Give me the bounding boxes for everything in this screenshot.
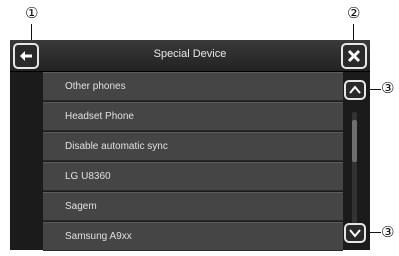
scroll-down-button[interactable] [344, 223, 366, 243]
list-item-label: Sagem [65, 201, 97, 212]
list-item[interactable]: Other phones [43, 72, 343, 101]
callout-marker-3-down: ③ [381, 223, 395, 241]
chevron-down-icon [349, 229, 361, 238]
scroll-up-button[interactable] [344, 80, 366, 100]
page-title: Special Device [153, 48, 227, 60]
callout-leader-line [31, 24, 32, 41]
callout-leader-line [353, 24, 354, 41]
scrollbar-thumb[interactable] [352, 120, 357, 162]
list-item[interactable]: Samsung A9xx [43, 222, 343, 251]
list-item-label: Disable automatic sync [65, 141, 168, 152]
list-item-label: LG U8360 [65, 171, 111, 182]
back-button[interactable] [13, 43, 39, 69]
list-item-label: Samsung A9xx [65, 231, 132, 242]
arrow-left-icon [20, 51, 32, 61]
callout-leader-line [370, 89, 381, 90]
list-item[interactable]: Sagem [43, 192, 343, 221]
callout-marker-2: ② [347, 4, 361, 22]
callout-leader-line [370, 232, 381, 233]
list-item-label: Other phones [65, 81, 126, 92]
list-item[interactable]: Disable automatic sync [43, 132, 343, 161]
close-icon [347, 49, 361, 63]
list-item[interactable]: LG U8360 [43, 162, 343, 191]
callout-marker-1: ① [25, 4, 39, 22]
header-bar: Special Device [10, 40, 370, 72]
list-item[interactable]: Headset Phone [43, 102, 343, 131]
list-item-label: Headset Phone [65, 111, 134, 122]
device-list: Other phones Headset Phone Disable autom… [43, 72, 343, 251]
close-button[interactable] [341, 43, 367, 69]
scrollbar-track[interactable] [352, 112, 357, 224]
chevron-up-icon [349, 85, 361, 94]
callout-marker-3-up: ③ [381, 79, 395, 97]
device-screen: Special Device Other phones Headset Phon… [10, 40, 370, 251]
